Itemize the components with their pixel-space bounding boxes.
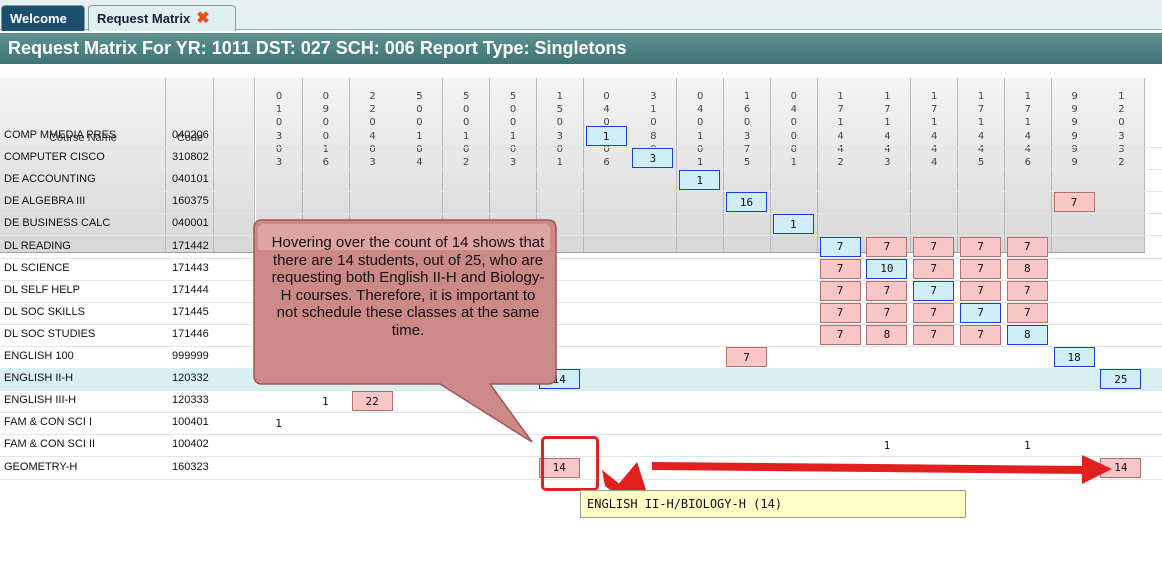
horizontal-arrow-shaft [652,462,1090,474]
highlight-box [541,436,599,491]
callout-text: Hovering over the count of 14 shows that… [271,234,545,339]
horizontal-arrow-head [1082,455,1112,484]
tooltip: ENGLISH II-H/BIOLOGY-H (14) [580,490,966,518]
